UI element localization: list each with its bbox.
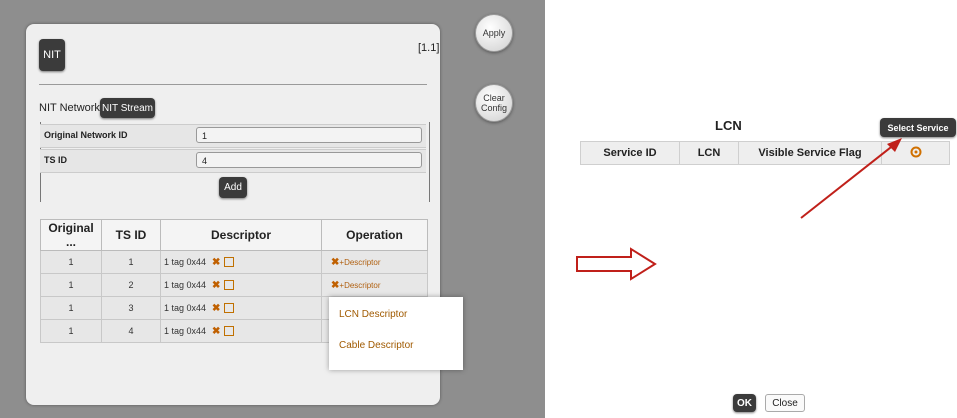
table-row: 1 2 1 tag 0x44 ✖ ✖+Descriptor bbox=[40, 273, 428, 297]
edit-icon[interactable] bbox=[224, 280, 235, 291]
descriptor-text: 1 tag 0x44 bbox=[164, 325, 207, 336]
nit-button[interactable]: NIT bbox=[39, 39, 65, 71]
ts-id-row: TS ID 4 bbox=[40, 149, 426, 173]
add-descriptor-link[interactable]: +Descriptor bbox=[339, 281, 380, 290]
delete-icon[interactable]: ✖ bbox=[212, 326, 220, 337]
cell-ts-id: 3 bbox=[101, 296, 161, 320]
lcn-dialog-title: LCN bbox=[715, 118, 742, 133]
tab-nit-stream[interactable]: NIT Stream bbox=[100, 98, 155, 118]
gear-icon[interactable] bbox=[910, 146, 922, 158]
cell-descriptor: 1 tag 0x44 ✖ bbox=[160, 273, 322, 297]
original-network-id-input[interactable]: 1 bbox=[196, 127, 422, 143]
ts-id-input[interactable]: 4 bbox=[196, 152, 422, 168]
apply-button[interactable]: Apply bbox=[475, 14, 513, 52]
descriptor-popup-menu: LCN Descriptor Cable Descriptor bbox=[329, 297, 463, 370]
clear-config-button[interactable]: Clear Config bbox=[475, 84, 513, 122]
panel-divider bbox=[39, 84, 427, 85]
cell-operation: ✖+Descriptor bbox=[321, 273, 428, 297]
close-button[interactable]: Close bbox=[765, 394, 805, 412]
menu-item-cable-descriptor[interactable]: Cable Descriptor bbox=[339, 340, 413, 351]
add-button[interactable]: Add bbox=[219, 177, 247, 198]
cell-descriptor: 1 tag 0x44 ✖ bbox=[160, 250, 322, 274]
col-service-id: Service ID bbox=[580, 141, 680, 165]
edit-icon[interactable] bbox=[224, 303, 235, 314]
cell-ts-id: 4 bbox=[101, 319, 161, 343]
add-descriptor-link[interactable]: +Descriptor bbox=[339, 258, 380, 267]
pointer-arrow bbox=[800, 138, 902, 219]
table-row: 1 1 1 tag 0x44 ✖ ✖+Descriptor bbox=[40, 250, 428, 274]
col-ts-id: TS ID bbox=[101, 219, 161, 251]
cell-operation: ✖+Descriptor bbox=[321, 250, 428, 274]
col-original: Original ... bbox=[40, 219, 102, 251]
original-network-id-row: Original Network ID 1 bbox=[40, 124, 426, 148]
cell-ts-id: 1 bbox=[101, 250, 161, 274]
col-lcn: LCN bbox=[679, 141, 739, 165]
cell-original: 1 bbox=[40, 250, 102, 274]
original-network-id-label: Original Network ID bbox=[44, 130, 128, 140]
cell-descriptor: 1 tag 0x44 ✖ bbox=[160, 296, 322, 320]
version-label: [1.1] bbox=[418, 42, 440, 54]
cell-original: 1 bbox=[40, 319, 102, 343]
menu-item-lcn-descriptor[interactable]: LCN Descriptor bbox=[339, 309, 407, 320]
descriptor-text: 1 tag 0x44 bbox=[164, 256, 207, 267]
descriptor-text: 1 tag 0x44 bbox=[164, 279, 207, 290]
ok-button[interactable]: OK bbox=[733, 394, 756, 412]
delete-icon[interactable]: ✖ bbox=[212, 280, 220, 291]
cell-descriptor: 1 tag 0x44 ✖ bbox=[160, 319, 322, 343]
col-operation: Operation bbox=[321, 219, 428, 251]
delete-icon[interactable]: ✖ bbox=[212, 303, 220, 314]
col-descriptor: Descriptor bbox=[160, 219, 322, 251]
ts-id-label: TS ID bbox=[44, 155, 68, 165]
cell-original: 1 bbox=[40, 273, 102, 297]
descriptor-text: 1 tag 0x44 bbox=[164, 302, 207, 313]
cell-ts-id: 2 bbox=[101, 273, 161, 297]
right-arrow-icon bbox=[576, 247, 657, 281]
edit-icon[interactable] bbox=[224, 257, 235, 268]
cell-original: 1 bbox=[40, 296, 102, 320]
tab-nit-network[interactable]: NIT Network bbox=[39, 102, 100, 114]
delete-icon[interactable]: ✖ bbox=[212, 257, 220, 268]
edit-icon[interactable] bbox=[224, 326, 235, 337]
